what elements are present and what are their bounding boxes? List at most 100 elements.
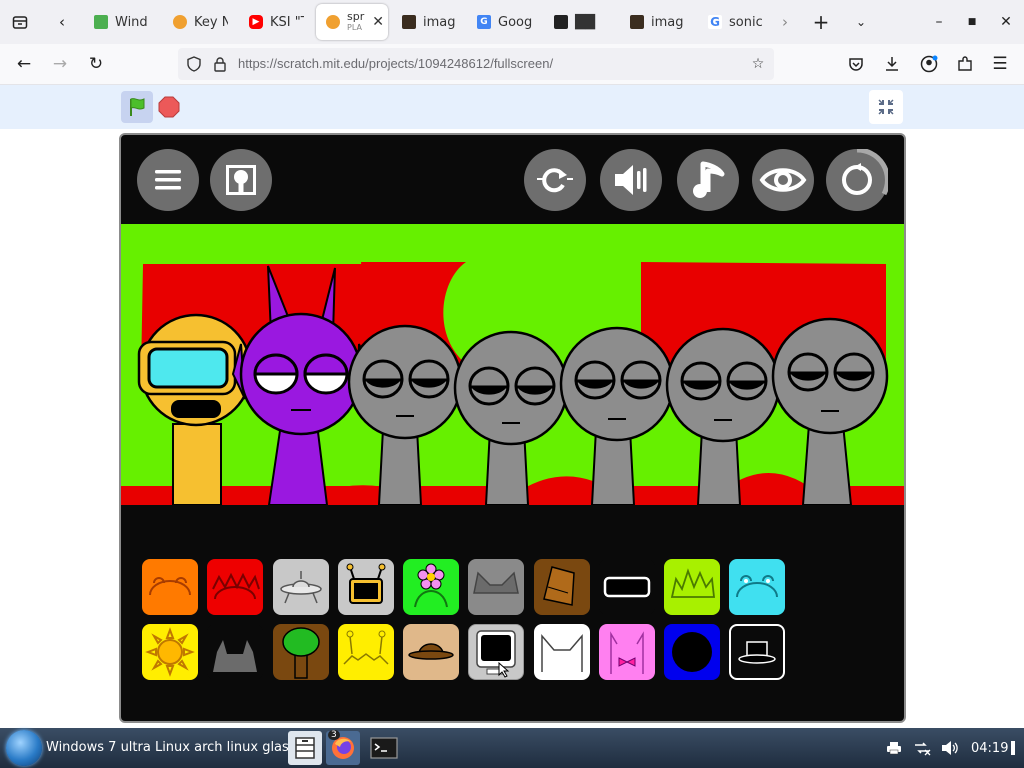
tv-robot-tile-icon[interactable]: [338, 559, 394, 615]
file-manager-icon[interactable]: [288, 731, 322, 765]
music-note-icon: [693, 161, 725, 198]
flower-tile-icon[interactable]: [403, 559, 459, 615]
lock-icon[interactable]: [210, 54, 230, 74]
forward-icon[interactable]: →: [46, 50, 74, 78]
browser-tab-active[interactable]: spr PLA ✕: [316, 4, 388, 40]
list-tabs-icon[interactable]: ⌄: [847, 8, 875, 36]
reload-icon[interactable]: ↻: [82, 50, 110, 78]
browser-tab[interactable]: imag: [402, 4, 457, 40]
reset-icon: [537, 168, 573, 193]
tree-tile-icon[interactable]: [273, 624, 329, 680]
red-spiky-tile-icon[interactable]: [207, 559, 263, 615]
black-glasses-tile-icon[interactable]: [599, 559, 655, 615]
taskbar-title: Windows 7 ultra Linux arch linux glass: [46, 740, 296, 755]
green-flag-icon[interactable]: [121, 91, 153, 123]
browser-tab-bar: ‹ Wind Key N ▶ KSI "T spr PLA ✕ imag G G…: [0, 0, 1024, 44]
youtube-icon: ▶: [249, 15, 263, 29]
blue-dark-orb-tile-icon[interactable]: [664, 624, 720, 680]
speaker-icon: [615, 165, 647, 195]
browser-tab[interactable]: ██: [554, 4, 609, 40]
tab-label: ██: [575, 14, 595, 30]
url-bar[interactable]: https://scratch.mit.edu/projects/1094248…: [178, 48, 774, 80]
pink-bow-tile-icon[interactable]: [599, 624, 655, 680]
menu-hamburger-icon[interactable]: ☰: [986, 50, 1014, 78]
character-scene: [121, 224, 904, 505]
white-cat-tile-icon[interactable]: [534, 624, 590, 680]
tab-scroll-left-icon[interactable]: ‹: [48, 8, 76, 36]
menu-icon: [155, 170, 181, 190]
tab-label: sonic: [729, 14, 763, 30]
black-tophat-tile-icon[interactable]: [729, 624, 785, 680]
tab-label: Goog: [498, 14, 532, 30]
black-tv-tile-icon[interactable]: [468, 624, 524, 680]
visibility-button[interactable]: [752, 149, 814, 211]
close-tab-icon[interactable]: ✕: [372, 14, 384, 30]
exit-fullscreen-icon[interactable]: [869, 90, 903, 124]
gray-cat-tile-icon[interactable]: [468, 559, 524, 615]
browser-tab[interactable]: G Goog: [477, 4, 532, 40]
browser-tab[interactable]: Wind: [94, 4, 154, 40]
menu-button[interactable]: [137, 149, 199, 211]
show-desktop-icon[interactable]: [1006, 738, 1020, 758]
tab-sublabel: PLA: [347, 23, 362, 32]
music-button[interactable]: [677, 149, 739, 211]
tab-label: imag: [423, 14, 456, 30]
scratch-cat-icon: [326, 15, 340, 29]
tab-overview-icon[interactable]: [6, 8, 34, 36]
lime-grass-tile-icon[interactable]: [664, 559, 720, 615]
new-tab-icon[interactable]: +: [807, 8, 835, 36]
browser-tab[interactable]: ▶ KSI "T: [249, 4, 304, 40]
green-doc-icon: [94, 15, 108, 29]
eye-icon: [759, 168, 807, 192]
ufo-tile-icon[interactable]: [273, 559, 329, 615]
tab-label: KSI "T: [270, 14, 304, 30]
shield-icon[interactable]: [184, 54, 204, 74]
browser-tab[interactable]: Key N: [173, 4, 228, 40]
account-icon[interactable]: [915, 50, 943, 78]
pixel-art-icon: [554, 15, 568, 29]
tab-label: Wind: [115, 14, 148, 30]
firefox-icon[interactable]: 3: [326, 730, 360, 765]
yellow-antenna-tile-icon[interactable]: [338, 624, 394, 680]
extensions-icon[interactable]: [951, 50, 979, 78]
firefox-window-count-badge: 3: [328, 730, 340, 740]
brown-hat-tile-icon[interactable]: [403, 624, 459, 680]
minimize-icon[interactable]: –: [924, 8, 954, 36]
cyan-bear-tile-icon[interactable]: [729, 559, 785, 615]
stop-sign-icon[interactable]: [158, 96, 180, 118]
loading-circle-icon: [842, 149, 888, 196]
browser-nav-bar: ← → ↻ https://scratch.mit.edu/projects/1…: [0, 44, 1024, 85]
terminal-icon[interactable]: [367, 731, 401, 765]
tab-label: Key N: [194, 14, 228, 30]
pocket-icon[interactable]: [842, 50, 870, 78]
bookmark-star-icon[interactable]: ☆: [748, 54, 768, 74]
tree-picture-icon: [226, 165, 256, 195]
scratch-cat-icon: [173, 15, 187, 29]
gallery-button[interactable]: [210, 149, 272, 211]
start-button-icon[interactable]: [6, 730, 42, 766]
sound-button[interactable]: [600, 149, 662, 211]
bucket-tile-icon[interactable]: [534, 559, 590, 615]
browser-tab[interactable]: G sonic: [708, 4, 766, 40]
image-icon: [630, 15, 644, 29]
reset-button[interactable]: [524, 149, 586, 211]
clock: 04:19: [971, 741, 1009, 756]
tab-title: spr PLA: [347, 11, 364, 33]
back-icon[interactable]: ←: [10, 50, 38, 78]
volume-icon[interactable]: [940, 738, 960, 758]
printer-icon[interactable]: [884, 738, 904, 758]
browser-tab[interactable]: imag: [630, 4, 685, 40]
network-disconnected-icon[interactable]: [912, 738, 932, 758]
sun-tile-icon[interactable]: [142, 624, 198, 680]
tab-label: imag: [651, 14, 684, 30]
downloads-icon[interactable]: [878, 50, 906, 78]
orange-tile-icon[interactable]: [142, 559, 198, 615]
url-text[interactable]: https://scratch.mit.edu/projects/1094248…: [238, 56, 553, 71]
close-window-icon[interactable]: ✕: [991, 8, 1021, 36]
loading-indicator: [826, 149, 888, 211]
tab-scroll-right-icon[interactable]: ›: [771, 8, 799, 36]
maximize-icon[interactable]: ■: [957, 8, 987, 36]
tab-label: spr: [347, 10, 365, 23]
google-translate-icon: G: [477, 15, 491, 29]
dark-horns-tile-icon[interactable]: [207, 624, 263, 680]
